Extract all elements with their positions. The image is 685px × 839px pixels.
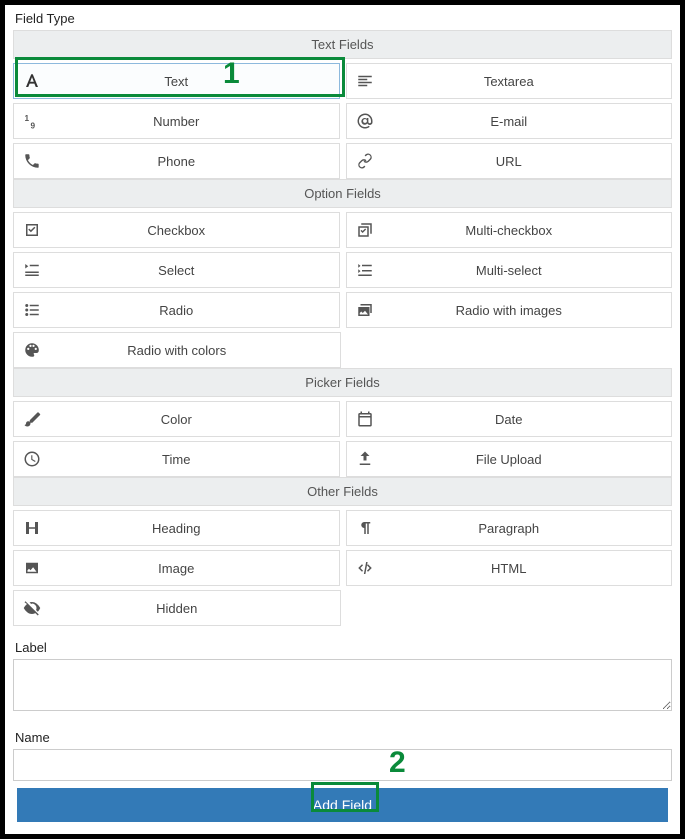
group-header: Picker Fields <box>13 368 672 397</box>
field-option-color[interactable]: Color <box>13 401 340 437</box>
field-type-panel: Field Type Text Fields Text Textarea Number… <box>5 5 680 789</box>
multi-list-caret-icon <box>347 261 383 279</box>
eye-off-icon <box>14 599 50 617</box>
clock-icon <box>14 450 50 468</box>
add-field-button[interactable]: Add Field <box>17 788 668 822</box>
field-option-html[interactable]: HTML <box>346 550 673 586</box>
option-label: Text <box>50 74 339 89</box>
option-label: Time <box>50 452 339 467</box>
multi-check-square-icon <box>347 221 383 239</box>
field-option-file[interactable]: File Upload <box>346 441 673 477</box>
calendar-icon <box>347 410 383 428</box>
field-option-radio[interactable]: Radio <box>13 292 340 328</box>
upload-icon <box>347 450 383 468</box>
option-label: Multi-select <box>383 263 672 278</box>
field-option-paragraph[interactable]: Paragraph <box>346 510 673 546</box>
option-label: Phone <box>50 154 339 169</box>
option-label: Radio with images <box>383 303 672 318</box>
one-nine-icon <box>14 112 50 130</box>
field-option-hidden[interactable]: Hidden <box>13 590 341 626</box>
list-caret-icon <box>14 261 50 279</box>
field-option-multi-select[interactable]: Multi-select <box>346 252 673 288</box>
field-option-multi-checkbox[interactable]: Multi-checkbox <box>346 212 673 248</box>
option-label: Multi-checkbox <box>383 223 672 238</box>
field-option-textarea[interactable]: Textarea <box>346 63 673 99</box>
field-option-image[interactable]: Image <box>13 550 340 586</box>
label-input[interactable] <box>13 659 672 711</box>
link-icon <box>347 152 383 170</box>
field-option-number[interactable]: Number <box>13 103 340 139</box>
align-left-icon <box>347 72 383 90</box>
group-header: Option Fields <box>13 179 672 208</box>
option-label: Textarea <box>383 74 672 89</box>
field-option-phone[interactable]: Phone <box>13 143 340 179</box>
code-icon <box>347 559 383 577</box>
option-label: Number <box>50 114 339 129</box>
palette-icon <box>14 341 50 359</box>
name-field-label: Name <box>15 730 672 745</box>
field-option-heading[interactable]: Heading <box>13 510 340 546</box>
group-header: Other Fields <box>13 477 672 506</box>
image-icon <box>14 559 50 577</box>
field-option-radio-images[interactable]: Radio with images <box>346 292 673 328</box>
option-label: HTML <box>383 561 672 576</box>
field-option-email[interactable]: E-mail <box>346 103 673 139</box>
option-label: Checkbox <box>50 223 339 238</box>
field-option-select[interactable]: Select <box>13 252 340 288</box>
heading-icon <box>14 519 50 537</box>
at-icon <box>347 112 383 130</box>
field-option-time[interactable]: Time <box>13 441 340 477</box>
image-stack-icon <box>347 301 383 319</box>
field-option-text[interactable]: Text <box>13 63 340 99</box>
option-label: Image <box>50 561 339 576</box>
name-input[interactable] <box>13 749 672 781</box>
letter-a-icon <box>14 72 50 90</box>
radio-list-icon <box>14 301 50 319</box>
option-label: Hidden <box>50 601 340 616</box>
option-label: E-mail <box>383 114 672 129</box>
field-option-radio-colors[interactable]: Radio with colors <box>13 332 341 368</box>
phone-icon <box>14 152 50 170</box>
pilcrow-icon <box>347 519 383 537</box>
check-square-icon <box>14 221 50 239</box>
option-label: Heading <box>50 521 339 536</box>
option-label: Paragraph <box>383 521 672 536</box>
field-option-date[interactable]: Date <box>346 401 673 437</box>
group-header: Text Fields <box>13 30 672 59</box>
option-label: Radio <box>50 303 339 318</box>
panel-title: Field Type <box>15 11 672 26</box>
label-field-label: Label <box>15 640 672 655</box>
field-option-checkbox[interactable]: Checkbox <box>13 212 340 248</box>
option-label: Color <box>50 412 339 427</box>
brush-icon <box>14 410 50 428</box>
option-label: URL <box>383 154 672 169</box>
field-option-url[interactable]: URL <box>346 143 673 179</box>
option-label: Date <box>383 412 672 427</box>
option-label: Radio with colors <box>50 343 340 358</box>
option-label: File Upload <box>383 452 672 467</box>
option-label: Select <box>50 263 339 278</box>
